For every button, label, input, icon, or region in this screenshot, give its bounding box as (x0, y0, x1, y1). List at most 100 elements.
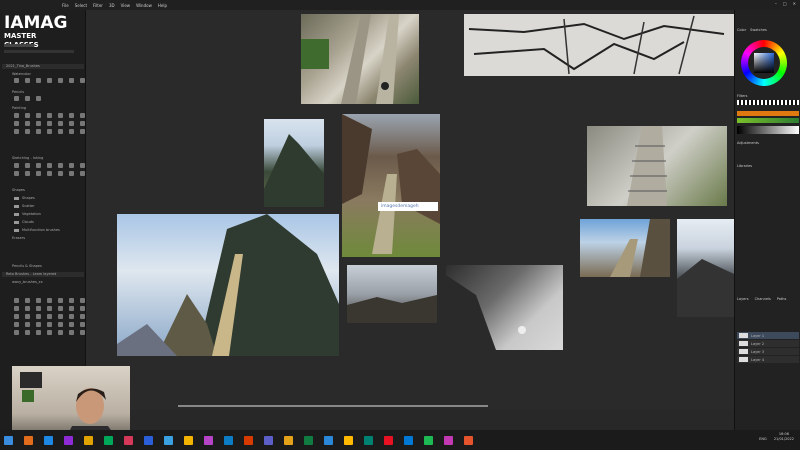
brush-preset[interactable] (69, 129, 74, 134)
layer-row[interactable]: Layer 1 (737, 332, 799, 339)
taskbar-app-icon[interactable] (284, 435, 293, 445)
menu-3d[interactable]: 3D (109, 3, 115, 8)
menu-help[interactable]: Help (158, 3, 167, 8)
taskbar-app-icon[interactable] (24, 435, 33, 445)
brush-preset[interactable] (14, 330, 19, 335)
brush-preset[interactable] (58, 163, 63, 168)
brush-group-header[interactable]: Shapes (8, 188, 84, 193)
brush-preset[interactable] (69, 314, 74, 319)
taskbar-app-icon[interactable] (364, 435, 373, 445)
brush-folder[interactable]: Scatter (14, 204, 35, 208)
clock[interactable]: 16:06 21/01/2022 (774, 432, 794, 442)
line-sketch-reference[interactable] (464, 14, 734, 76)
taskbar-app-icon[interactable] (44, 435, 53, 445)
brush-preset[interactable] (69, 163, 74, 168)
taskbar-app-icon[interactable] (224, 435, 233, 445)
brush-preset[interactable] (69, 298, 74, 303)
brush-preset[interactable] (14, 121, 19, 126)
brush-preset[interactable] (36, 113, 41, 118)
taskbar-app-icon[interactable] (244, 435, 253, 445)
tab-swatches[interactable]: Swatches (750, 28, 767, 32)
brush-preset-strip[interactable] (4, 50, 74, 53)
brush-preset[interactable] (14, 113, 19, 118)
taskbar-app-icon[interactable] (184, 435, 193, 445)
brush-group-header[interactable]: Painting (8, 106, 84, 111)
brush-preset[interactable] (58, 129, 63, 134)
taskbar-app-icon[interactable] (424, 435, 433, 445)
taskbar-app-icon[interactable] (64, 435, 73, 445)
taskbar-app-icon[interactable] (464, 435, 473, 445)
tab-color[interactable]: Color (737, 28, 746, 32)
tab-channels[interactable]: Channels (755, 297, 771, 301)
taskbar-app-icon[interactable] (164, 435, 173, 445)
brush-preset[interactable] (80, 113, 85, 118)
brush-folder[interactable]: Vegetation (14, 212, 41, 216)
brush-preset[interactable] (58, 78, 63, 83)
brush-group-header[interactable]: wavy_brushes_xx (8, 280, 84, 285)
menu-filter[interactable]: Filter (93, 3, 103, 8)
brush-preset[interactable] (80, 314, 85, 319)
brush-preset[interactable] (36, 171, 41, 176)
brush-preset[interactable] (25, 78, 30, 83)
menu-file[interactable]: File (62, 3, 69, 8)
minimize-icon[interactable]: – (775, 1, 777, 6)
reference-photo-peak-small[interactable] (264, 119, 324, 207)
brush-folder[interactable]: Shapes (14, 196, 35, 200)
brush-preset[interactable] (36, 129, 41, 134)
tab-paths[interactable]: Paths (777, 297, 787, 301)
brush-preset[interactable] (58, 330, 63, 335)
horizontal-scrollbar[interactable] (178, 405, 488, 407)
brush-preset[interactable] (58, 171, 63, 176)
brush-preset[interactable] (36, 298, 41, 303)
brush-preset[interactable] (25, 330, 30, 335)
brush-preset[interactable] (36, 306, 41, 311)
taskbar-app-icon[interactable] (444, 435, 453, 445)
brush-preset[interactable] (25, 113, 30, 118)
brush-group-header[interactable]: Pencils (8, 90, 84, 95)
taskbar-app-icon[interactable] (144, 435, 153, 445)
brush-preset[interactable] (47, 78, 52, 83)
brush-preset[interactable] (25, 306, 30, 311)
layer-row[interactable]: Layer 2 (737, 340, 799, 347)
brush-preset[interactable] (58, 322, 63, 327)
maximize-icon[interactable]: □ (783, 1, 787, 6)
brush-preset[interactable] (14, 306, 19, 311)
brush-preset[interactable] (36, 78, 41, 83)
tab-layers[interactable]: Layers (737, 297, 749, 301)
brush-folder[interactable]: Clouds (14, 220, 34, 224)
menu-window[interactable]: Window (136, 3, 152, 8)
reference-photo-stone-steps[interactable] (587, 126, 727, 206)
taskbar-app-icon[interactable] (384, 435, 393, 445)
pattern-strip[interactable] (737, 100, 799, 105)
reference-photo-mountain-stairs[interactable] (117, 214, 339, 356)
menu-select[interactable]: Select (75, 3, 87, 8)
taskbar-app-icon[interactable] (304, 435, 313, 445)
document-canvas[interactable]: imagesdemageh (86, 10, 734, 410)
brush-preset[interactable] (47, 163, 52, 168)
taskbar-app-icon[interactable] (204, 435, 213, 445)
brush-preset[interactable] (47, 298, 52, 303)
taskbar-app-icon[interactable] (84, 435, 93, 445)
brush-preset[interactable] (69, 113, 74, 118)
brush-preset[interactable] (25, 96, 30, 101)
start-menu-icon[interactable] (4, 435, 13, 445)
brush-preset[interactable] (25, 163, 30, 168)
brush-preset[interactable] (14, 314, 19, 319)
taskbar-app-icon[interactable] (344, 435, 353, 445)
brush-preset[interactable] (25, 129, 30, 134)
gradient-bar[interactable] (737, 126, 799, 134)
brush-size-slider[interactable] (4, 44, 34, 47)
taskbar-app-icon[interactable] (264, 435, 273, 445)
brush-preset[interactable] (80, 163, 85, 168)
brush-preset[interactable] (47, 306, 52, 311)
brush-folder[interactable]: Multifunction brushes (14, 228, 60, 232)
layer-row[interactable]: Layer 4 (737, 356, 799, 363)
taskbar-app-icon[interactable] (324, 435, 333, 445)
reference-photo-fog-cliff[interactable] (446, 265, 563, 350)
brush-preset[interactable] (80, 129, 85, 134)
brush-group-header[interactable]: Reto Brushes - Leam layered (2, 272, 84, 277)
brush-preset[interactable] (14, 129, 19, 134)
brush-preset[interactable] (80, 78, 85, 83)
brush-preset[interactable] (36, 121, 41, 126)
brush-preset[interactable] (69, 322, 74, 327)
